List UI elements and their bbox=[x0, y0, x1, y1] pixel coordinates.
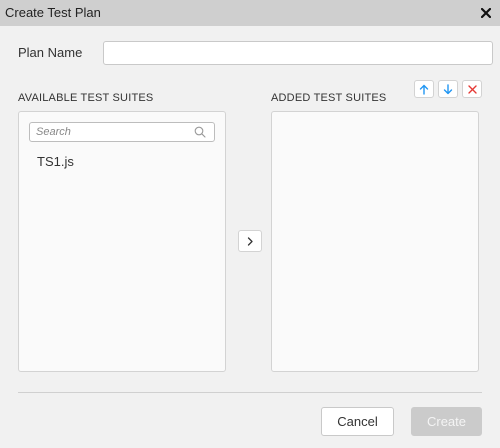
list-item-ts1[interactable]: TS1.js bbox=[37, 154, 74, 169]
footer-divider bbox=[18, 392, 482, 393]
move-down-button[interactable] bbox=[438, 80, 458, 98]
available-test-suites-label: AVAILABLE TEST SUITES bbox=[18, 92, 154, 104]
added-test-suites-label: ADDED TEST SUITES bbox=[271, 92, 387, 104]
chevron-right-icon bbox=[247, 236, 253, 246]
close-icon bbox=[481, 8, 491, 18]
search-icon bbox=[194, 126, 206, 138]
move-up-button[interactable] bbox=[414, 80, 434, 98]
remove-icon bbox=[467, 84, 477, 94]
close-button[interactable] bbox=[477, 2, 495, 24]
dialog-titlebar: Create Test Plan bbox=[0, 0, 500, 26]
cancel-button[interactable]: Cancel bbox=[321, 407, 394, 436]
added-suites-panel bbox=[271, 111, 479, 372]
plan-name-input[interactable] bbox=[103, 41, 493, 65]
arrow-down-icon bbox=[443, 83, 453, 94]
plan-name-label: Plan Name bbox=[18, 45, 83, 60]
available-suites-panel: TS1.js bbox=[18, 111, 226, 372]
add-to-plan-button[interactable] bbox=[238, 230, 262, 252]
arrow-up-icon bbox=[419, 84, 429, 95]
create-button[interactable]: Create bbox=[411, 407, 482, 436]
search-box bbox=[29, 122, 215, 142]
search-input[interactable] bbox=[36, 124, 186, 140]
dialog-title: Create Test Plan bbox=[5, 5, 101, 20]
remove-suite-button[interactable] bbox=[462, 80, 482, 98]
